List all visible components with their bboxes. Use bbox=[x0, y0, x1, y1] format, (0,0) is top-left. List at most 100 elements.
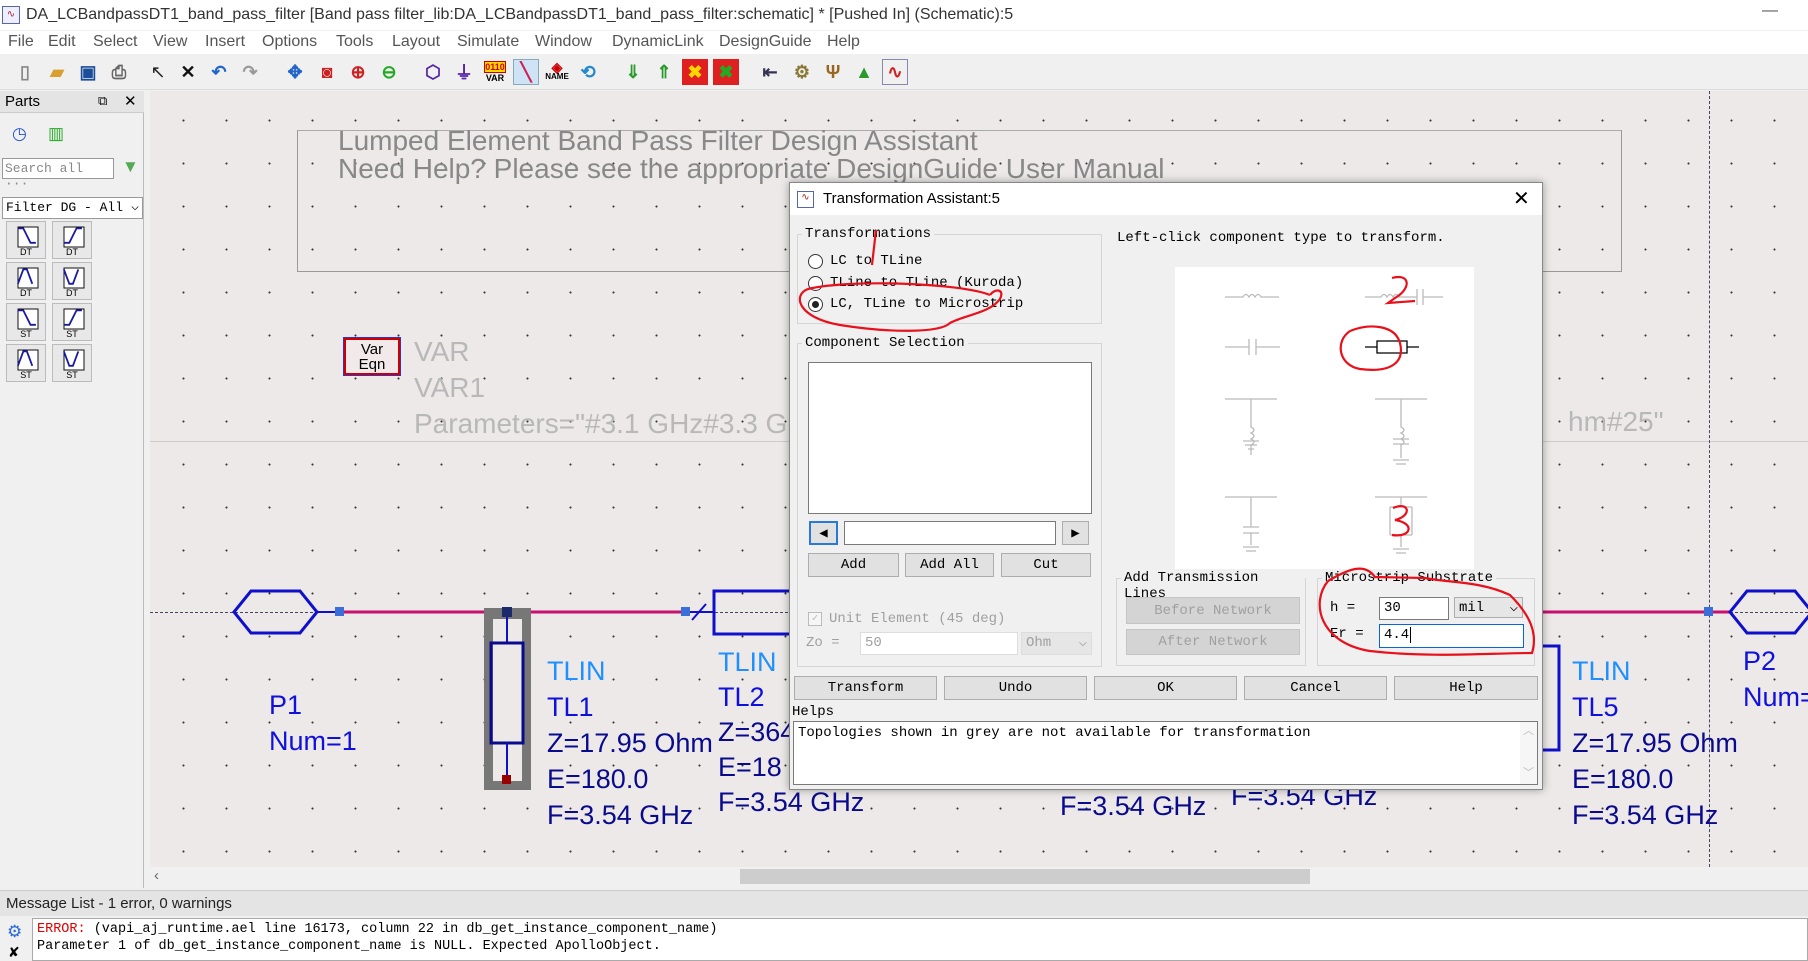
menu-help[interactable]: Help bbox=[827, 33, 860, 51]
cut-button[interactable]: Cut bbox=[1001, 553, 1091, 577]
filter-funnel-icon[interactable]: ▼ bbox=[122, 157, 139, 177]
zo-unit-select[interactable]: Ohm ⌵ bbox=[1021, 632, 1092, 655]
component-listbox[interactable] bbox=[808, 362, 1092, 514]
delete-icon[interactable]: ✕ bbox=[175, 59, 201, 85]
print-icon[interactable]: ⎙ bbox=[106, 59, 132, 85]
zoom-in-icon[interactable]: ⊕ bbox=[345, 59, 371, 85]
part-item[interactable]: DT bbox=[6, 262, 46, 300]
select-pointer-icon[interactable]: ↖ bbox=[145, 59, 171, 85]
transform-button[interactable]: Transform bbox=[794, 676, 937, 700]
add-button[interactable]: Add bbox=[808, 553, 899, 577]
unit-element-checkbox[interactable]: ✓ bbox=[808, 612, 822, 626]
rotate-icon[interactable]: ⟲ bbox=[575, 59, 601, 85]
clear-messages-icon[interactable]: ✘ bbox=[8, 944, 20, 961]
open-folder-icon[interactable]: ▰ bbox=[44, 59, 70, 85]
menu-tools[interactable]: Tools bbox=[336, 33, 373, 51]
gear-icon[interactable]: ⚙ bbox=[789, 59, 815, 85]
horizontal-scrollbar[interactable]: ‹ bbox=[150, 867, 1808, 886]
parts-title: Parts bbox=[5, 93, 41, 110]
pop-out-icon[interactable]: ⇑ bbox=[651, 59, 677, 85]
menu-dynamiclink[interactable]: DynamicLink bbox=[612, 33, 704, 51]
float-panel-icon[interactable]: ⧉ bbox=[98, 93, 107, 109]
part-item[interactable]: DT bbox=[52, 262, 92, 300]
option-lc-to-tline[interactable]: LC to TLine bbox=[830, 253, 922, 269]
next-arrow-button[interactable]: ▶ bbox=[1062, 521, 1089, 545]
help-button[interactable]: Help bbox=[1394, 676, 1538, 700]
parts-panel: Parts ⧉ ✕ ◷ ▥ Search all ··· ▼ Filter DG… bbox=[0, 91, 144, 888]
library-icon[interactable]: ▥ bbox=[48, 124, 64, 144]
menu-layout[interactable]: Layout bbox=[392, 33, 440, 51]
helps-textarea[interactable]: Topologies shown in grey are not availab… bbox=[793, 721, 1538, 785]
ok-button[interactable]: OK bbox=[1094, 676, 1237, 700]
h-unit-select[interactable]: mil ⌵ bbox=[1454, 597, 1523, 618]
h-input[interactable]: 30 bbox=[1379, 597, 1449, 620]
zoom-out-icon[interactable]: ⊖ bbox=[376, 59, 402, 85]
option-kuroda[interactable]: TLine to TLine (Kuroda) bbox=[830, 275, 1023, 291]
library-select[interactable]: Filter DG - All ⌵ bbox=[2, 197, 143, 219]
deactivate-icon[interactable]: ✖ bbox=[682, 59, 708, 85]
error-message-line2: Parameter 1 of db_get_instance_component… bbox=[37, 939, 661, 954]
short-icon[interactable]: ✖ bbox=[713, 59, 739, 85]
zo-input[interactable]: 50 bbox=[860, 632, 1018, 655]
before-network-button[interactable]: Before Network bbox=[1126, 597, 1300, 624]
after-network-button[interactable]: After Network bbox=[1126, 629, 1300, 655]
push-into-icon[interactable]: ⇓ bbox=[620, 59, 646, 85]
filter-response-icon bbox=[63, 349, 85, 371]
close-panel-icon[interactable]: ✕ bbox=[124, 92, 137, 110]
radio-microstrip[interactable] bbox=[808, 297, 823, 312]
radio-kuroda[interactable] bbox=[808, 276, 823, 291]
simulate-icon[interactable]: ▲ bbox=[851, 59, 877, 85]
close-icon[interactable]: ✕ bbox=[1513, 186, 1530, 211]
settings-gear-icon[interactable]: ⚙ bbox=[7, 922, 22, 942]
part-item[interactable]: DT bbox=[52, 221, 92, 259]
part-item[interactable]: ST bbox=[6, 303, 46, 341]
name-icon[interactable]: ◈ NAME bbox=[544, 59, 570, 85]
wire-icon[interactable]: ╲ bbox=[513, 59, 539, 85]
option-microstrip[interactable]: LC, TLine to Microstrip bbox=[830, 296, 1023, 312]
part-item-label: ST bbox=[20, 329, 32, 339]
ground-icon[interactable]: ⏚ bbox=[451, 59, 477, 85]
menu-window[interactable]: Window bbox=[535, 33, 592, 51]
part-item[interactable]: ST bbox=[52, 344, 92, 382]
minimize-button[interactable]: — bbox=[1762, 0, 1778, 26]
part-item[interactable]: ST bbox=[6, 344, 46, 382]
helps-scrollbar[interactable]: ︿ ﹀ bbox=[1520, 722, 1537, 784]
menu-designguide[interactable]: DesignGuide bbox=[719, 33, 812, 51]
window-title: DA_LCBandpassDT1_band_pass_filter [Band … bbox=[26, 6, 1014, 23]
prev-arrow-button[interactable]: ◀ bbox=[809, 521, 838, 545]
topology-panel[interactable] bbox=[1175, 267, 1474, 569]
component-name-input[interactable] bbox=[844, 521, 1056, 545]
part-item[interactable]: ST bbox=[52, 303, 92, 341]
tuning-icon[interactable]: Ψ bbox=[820, 59, 846, 85]
add-all-button[interactable]: Add All bbox=[905, 553, 994, 577]
scrollbar-thumb[interactable] bbox=[740, 869, 1310, 884]
redo-icon[interactable]: ↷ bbox=[237, 59, 263, 85]
shunt-capacitor-icon bbox=[1225, 496, 1277, 552]
message-list: ERROR: (vapi_aj_runtime.ael line 16173, … bbox=[32, 918, 1808, 961]
menu-options[interactable]: Options bbox=[262, 33, 317, 51]
menu-view[interactable]: View bbox=[153, 33, 187, 51]
menu-insert[interactable]: Insert bbox=[205, 33, 245, 51]
menu-edit[interactable]: Edit bbox=[48, 33, 76, 51]
history-clock-icon[interactable]: ◷ bbox=[12, 124, 27, 144]
move-icon[interactable]: ✥ bbox=[282, 59, 308, 85]
zoom-area-icon[interactable]: ◙ bbox=[314, 59, 340, 85]
port-icon[interactable]: ⬡ bbox=[420, 59, 446, 85]
part-item[interactable]: DT bbox=[6, 221, 46, 259]
radio-lc-to-tline[interactable] bbox=[808, 254, 823, 269]
cancel-button[interactable]: Cancel bbox=[1244, 676, 1387, 700]
new-file-icon[interactable]: ▯ bbox=[12, 59, 38, 85]
component-selection-label: Component Selection bbox=[802, 335, 968, 351]
parts-search-input[interactable]: Search all ··· bbox=[2, 158, 114, 191]
var-icon[interactable]: 0110 VAR bbox=[482, 59, 508, 85]
scroll-left-icon[interactable]: ‹ bbox=[154, 867, 159, 884]
undo-icon[interactable]: ↶ bbox=[206, 59, 232, 85]
netlist-icon[interactable]: ⇤ bbox=[757, 59, 783, 85]
menu-simulate[interactable]: Simulate bbox=[457, 33, 519, 51]
er-input[interactable]: 4.4 bbox=[1379, 624, 1524, 648]
menu-select[interactable]: Select bbox=[93, 33, 137, 51]
menu-file[interactable]: File bbox=[8, 33, 34, 51]
undo-button[interactable]: Undo bbox=[944, 676, 1087, 700]
data-display-icon[interactable]: ∿ bbox=[882, 59, 908, 85]
save-icon[interactable]: ▣ bbox=[75, 59, 101, 85]
